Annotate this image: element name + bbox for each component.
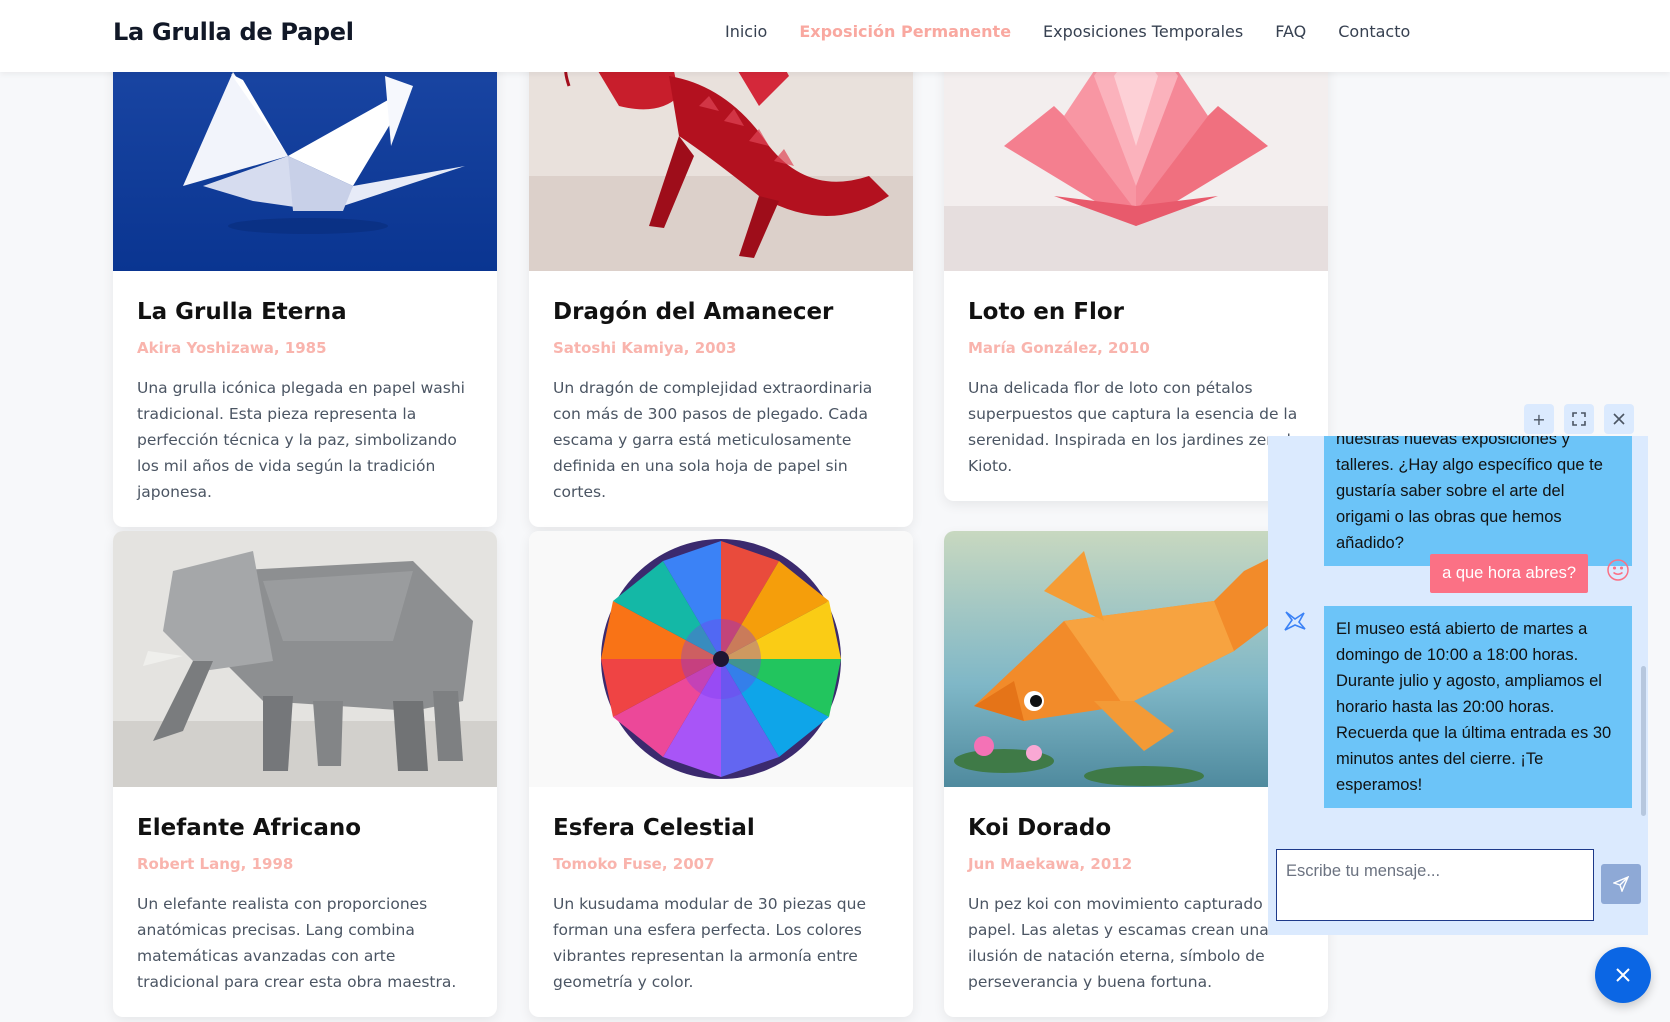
chat-expand-button[interactable] bbox=[1564, 404, 1594, 434]
plus-icon: + bbox=[1532, 409, 1546, 429]
artwork-title: Koi Dorado bbox=[968, 815, 1112, 841]
close-icon bbox=[1616, 968, 1630, 982]
send-icon bbox=[1613, 876, 1629, 892]
nav-exposiciones-temporales[interactable]: Exposiciones Temporales bbox=[1043, 22, 1243, 41]
chat-close-button[interactable] bbox=[1604, 404, 1634, 434]
artwork-image-elephant bbox=[113, 531, 497, 787]
expand-icon bbox=[1572, 412, 1586, 426]
bot-message: El museo está abierto de martes a doming… bbox=[1324, 606, 1632, 808]
user-avatar-icon bbox=[1607, 559, 1629, 581]
artwork-author: Jun Maekawa, 2012 bbox=[968, 855, 1133, 873]
artwork-title: Esfera Celestial bbox=[553, 815, 755, 841]
artwork-description: Un elefante realista con proporciones an… bbox=[137, 895, 457, 991]
artwork-description: Un kusudama modular de 30 piezas que for… bbox=[553, 895, 866, 991]
artwork-title: La Grulla Eterna bbox=[137, 299, 347, 325]
chat-panel: nuestras nuevas exposiciones y talleres.… bbox=[1268, 436, 1648, 935]
site-header: La Grulla de Papel Inicio Exposición Per… bbox=[0, 0, 1670, 72]
artwork-card[interactable]: La Grulla Eterna Akira Yoshizawa, 1985 U… bbox=[113, 0, 497, 527]
user-message: a que hora abres? bbox=[1430, 554, 1588, 593]
nav-contacto[interactable]: Contacto bbox=[1338, 22, 1410, 41]
artwork-title: Elefante Africano bbox=[137, 815, 362, 841]
nav-faq[interactable]: FAQ bbox=[1275, 22, 1306, 41]
artwork-image-kusudama bbox=[529, 531, 913, 787]
artwork-author: María González, 2010 bbox=[968, 339, 1150, 357]
chat-new-button[interactable]: + bbox=[1524, 404, 1554, 434]
artwork-card[interactable]: Dragón del Amanecer Satoshi Kamiya, 2003… bbox=[529, 0, 913, 527]
artwork-title: Loto en Flor bbox=[968, 299, 1124, 325]
artwork-description: Una delicada flor de loto con pétalos su… bbox=[968, 379, 1301, 475]
nav-inicio[interactable]: Inicio bbox=[725, 22, 767, 41]
artwork-author: Satoshi Kamiya, 2003 bbox=[553, 339, 737, 357]
close-icon bbox=[1613, 413, 1625, 425]
artwork-author: Robert Lang, 1998 bbox=[137, 855, 294, 873]
artwork-description: Un dragón de complejidad extraordinaria … bbox=[553, 379, 873, 501]
bot-message: nuestras nuevas exposiciones y talleres.… bbox=[1324, 436, 1632, 566]
main-nav: Inicio Exposición Permanente Exposicione… bbox=[725, 22, 1410, 41]
bot-crane-icon bbox=[1284, 611, 1306, 631]
artwork-description: Un pez koi con movimiento capturado en p… bbox=[968, 895, 1287, 991]
chat-send-button[interactable] bbox=[1601, 864, 1641, 904]
chat-message-input[interactable]: Escribe tu mensaje... bbox=[1276, 849, 1594, 921]
chat-scrollbar[interactable] bbox=[1641, 666, 1646, 816]
artwork-author: Akira Yoshizawa, 1985 bbox=[137, 339, 327, 357]
chat-toggle-button[interactable] bbox=[1595, 947, 1651, 1003]
artwork-card[interactable]: Elefante Africano Robert Lang, 1998 Un e… bbox=[113, 531, 497, 1017]
artwork-card[interactable]: Loto en Flor María González, 2010 Una de… bbox=[944, 0, 1328, 501]
artwork-description: Una grulla icónica plegada en papel wash… bbox=[137, 379, 465, 501]
artwork-title: Dragón del Amanecer bbox=[553, 299, 834, 325]
site-brand[interactable]: La Grulla de Papel bbox=[113, 18, 354, 46]
artwork-card[interactable]: Esfera Celestial Tomoko Fuse, 2007 Un ku… bbox=[529, 531, 913, 1017]
nav-exposicion-permanente[interactable]: Exposición Permanente bbox=[799, 22, 1011, 41]
artwork-author: Tomoko Fuse, 2007 bbox=[553, 855, 715, 873]
